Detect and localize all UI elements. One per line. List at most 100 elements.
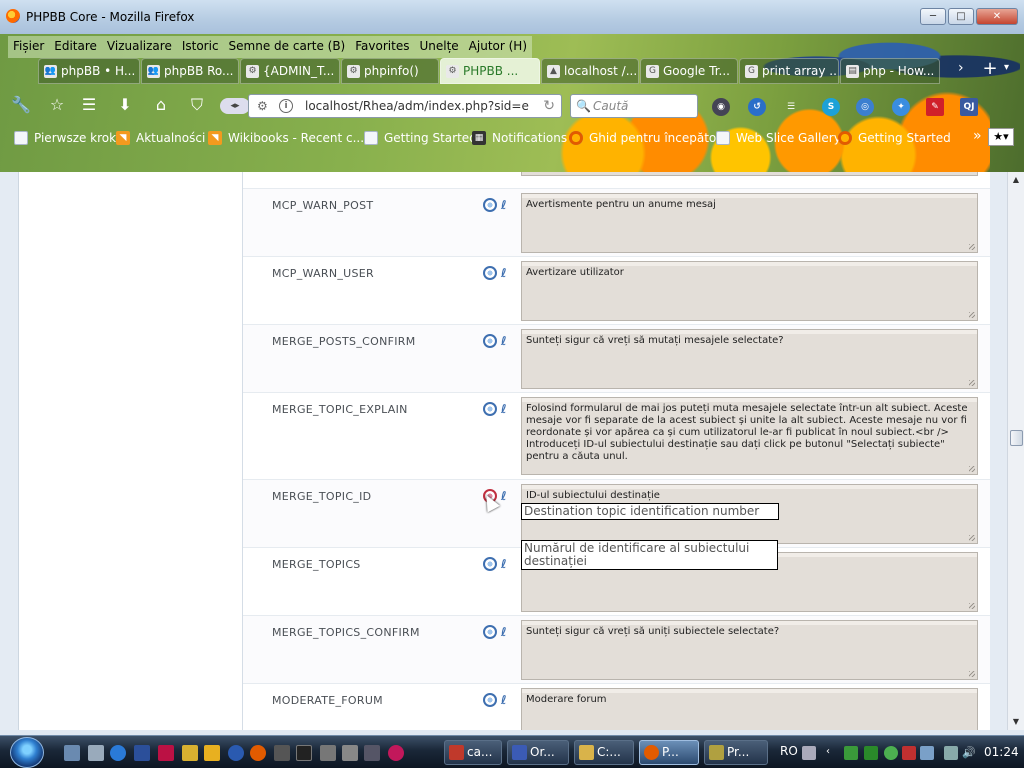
addon-refresh-icon[interactable]: ↺	[748, 98, 766, 116]
addon-network-icon[interactable]: ◎	[856, 98, 874, 116]
reading-list-icon[interactable]: ☰	[78, 94, 100, 116]
tab-admin-template[interactable]: ⚙ {ADMIN_T...	[240, 58, 340, 84]
edit-icon[interactable]: ℓ	[501, 489, 513, 503]
translation-textarea[interactable]: Folosind formularul de mai jos puteți mu…	[521, 397, 978, 475]
menu-file[interactable]: Fișier	[8, 36, 50, 58]
translation-textarea[interactable]: Sunteți sigur că vreți să uniți subiecte…	[521, 620, 978, 680]
addon-compass-icon[interactable]: ✦	[892, 98, 910, 116]
bookmark-item[interactable]: Getting Started	[838, 129, 951, 147]
tray-app-icon[interactable]	[844, 746, 858, 760]
start-button[interactable]	[10, 737, 44, 768]
taskbar-task[interactable]: ca...	[444, 740, 502, 765]
download-icon[interactable]: ⬇	[114, 94, 136, 116]
translate-icon[interactable]	[483, 334, 497, 348]
php-icon[interactable]	[364, 745, 380, 761]
addon-pen-icon[interactable]: ✎	[926, 98, 944, 116]
close-button[interactable]: ✕	[976, 8, 1018, 25]
star-icon[interactable]: ☆	[46, 94, 68, 116]
bookmark-item[interactable]: ◥ Wikibooks - Recent c...	[208, 129, 364, 147]
taskbar-task[interactable]: C:...	[574, 740, 634, 765]
resize-grip-icon[interactable]	[969, 312, 975, 318]
menu-history[interactable]: Istoric	[176, 36, 224, 58]
translate-icon[interactable]	[483, 625, 497, 639]
bookmarks-menu-button[interactable]: ★▾	[988, 128, 1014, 146]
home-icon[interactable]: ⌂	[150, 94, 172, 116]
resize-grip-icon[interactable]	[969, 244, 975, 250]
info-icon[interactable]: i	[279, 99, 293, 113]
menu-view[interactable]: Vizualizare	[101, 36, 177, 58]
tab-list-icon[interactable]: ▾	[1004, 62, 1009, 73]
resize-grip-icon[interactable]	[969, 535, 975, 541]
taskbar-task[interactable]: Pr...	[704, 740, 768, 765]
browser-icon[interactable]	[228, 745, 244, 761]
media-player-icon[interactable]	[204, 745, 220, 761]
keyboard-layout-icon[interactable]	[802, 746, 816, 760]
tab-phpbb-ro[interactable]: 👥 phpBB Ro...	[141, 58, 239, 84]
tab-scroll-right-icon[interactable]: ›	[958, 60, 964, 76]
tab-phpinfo[interactable]: ⚙ phpinfo()	[341, 58, 439, 84]
menu-help[interactable]: Ajutor (H)	[463, 36, 533, 58]
back-forward-icon[interactable]: ◂▸	[220, 98, 250, 114]
translation-textarea[interactable]: Sunteți sigur că vreți să mutați mesajel…	[521, 329, 978, 389]
resize-grip-icon[interactable]	[969, 603, 975, 609]
settings-icon[interactable]	[274, 745, 290, 761]
edit-icon[interactable]: ℓ	[501, 334, 513, 348]
resize-grip-icon[interactable]	[969, 466, 975, 472]
calculator-icon[interactable]	[342, 745, 358, 761]
edit-icon[interactable]: ℓ	[501, 557, 513, 571]
translate-icon[interactable]	[483, 402, 497, 416]
save-icon[interactable]	[134, 745, 150, 761]
tab-google-translate[interactable]: G Google Tr...	[640, 58, 738, 84]
bookmark-item[interactable]: Pierwsze kroki	[14, 129, 119, 147]
previous-textarea[interactable]	[521, 172, 978, 176]
edit-icon[interactable]: ℓ	[501, 198, 513, 212]
bookmark-item[interactable]: Getting Started	[364, 129, 477, 147]
taskbar-task-firefox[interactable]: P...	[639, 740, 699, 765]
tab-localhost-pma[interactable]: ▲ localhost /...	[541, 58, 639, 84]
tray-red-icon[interactable]	[902, 746, 916, 760]
vertical-scrollbar[interactable]: ▲ ▼	[1007, 172, 1024, 730]
tray-settings-icon[interactable]	[920, 746, 934, 760]
app-circle-icon[interactable]	[388, 745, 404, 761]
minimize-button[interactable]: ─	[920, 8, 946, 25]
edit-icon[interactable]: ℓ	[501, 625, 513, 639]
internet-explorer-icon[interactable]	[110, 745, 126, 761]
url-bar[interactable]: ⚙ i localhost/Rhea/adm/index.php?sid=e ↻	[248, 94, 562, 118]
search-input[interactable]: 🔍 Caută	[570, 94, 698, 118]
edit-icon[interactable]: ℓ	[501, 693, 513, 707]
language-indicator[interactable]: RO	[780, 744, 798, 758]
bookmark-item[interactable]: Ghid pentru începători	[569, 129, 725, 147]
bookmark-item[interactable]: ◥ Aktualności	[116, 129, 205, 147]
skype-icon[interactable]: S	[822, 98, 840, 116]
edit-icon[interactable]: ℓ	[501, 266, 513, 280]
menu-icon[interactable]: ☰	[782, 98, 800, 116]
translation-textarea[interactable]: Avertizare utilizator	[521, 261, 978, 321]
resize-grip-icon[interactable]	[969, 671, 975, 677]
keyboard-icon[interactable]	[320, 745, 336, 761]
menu-bookmarks[interactable]: Semne de carte (B)	[223, 36, 351, 58]
app-icon[interactable]	[158, 745, 174, 761]
translate-icon[interactable]	[483, 557, 497, 571]
menu-edit[interactable]: Editare	[49, 36, 102, 58]
bookmark-item[interactable]: ▦ Notifications	[472, 129, 567, 147]
show-desktop-icon[interactable]	[64, 745, 80, 761]
tab-phpbb-core[interactable]: ⚙ PHPBB ...	[440, 58, 540, 84]
tab-phpbb-home[interactable]: 👥 phpBB • H...	[38, 58, 140, 84]
shield-icon[interactable]	[182, 745, 198, 761]
volume-icon[interactable]: 🔊	[962, 746, 976, 760]
resize-grip-icon[interactable]	[969, 380, 975, 386]
bookmarks-overflow-icon[interactable]: »	[973, 128, 982, 144]
site-settings-icon[interactable]: ⚙	[257, 99, 273, 113]
clock[interactable]: 01:24	[984, 745, 1019, 759]
taskbar-task[interactable]: Or...	[507, 740, 569, 765]
pocket-icon[interactable]: ⛉	[186, 94, 208, 116]
wrench-icon[interactable]: 🔧	[10, 94, 32, 116]
tray-expand-icon[interactable]: ‹	[826, 746, 840, 760]
translation-textarea[interactable]: Avertismente pentru un anume mesaj	[521, 193, 978, 253]
menu-tools[interactable]: Unelțe	[414, 36, 464, 58]
translate-icon[interactable]	[483, 198, 497, 212]
translate-icon[interactable]	[483, 266, 497, 280]
tray-green-icon[interactable]	[884, 746, 898, 760]
maximize-button[interactable]: □	[948, 8, 974, 25]
menu-favorites[interactable]: Favorites	[350, 36, 415, 58]
